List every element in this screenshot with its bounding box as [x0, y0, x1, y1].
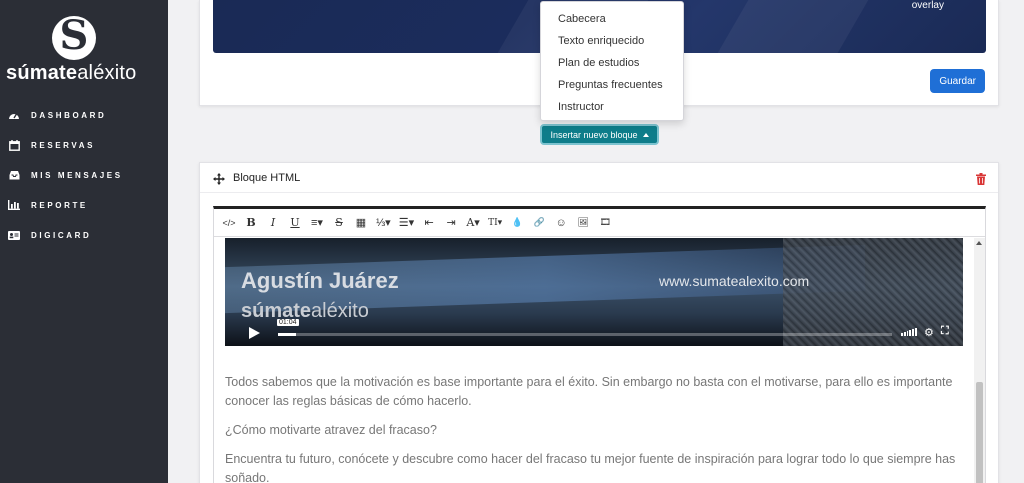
video-player[interactable]: Agustín Juárez www.sumatealexito.com súm…	[225, 238, 963, 346]
ordered-list-icon[interactable]: ⅓▾	[376, 213, 391, 233]
italic-icon[interactable]: I	[266, 213, 280, 233]
image-icon[interactable]: 🖼	[576, 213, 590, 233]
block-header: Bloque HTML	[200, 163, 998, 193]
video-progress-bar[interactable]	[278, 333, 892, 336]
sidebar-item-digicard[interactable]: DIGICARD	[0, 220, 168, 250]
align-icon[interactable]: ≡▾	[310, 213, 324, 233]
insert-block-button[interactable]: Insertar nuevo bloque	[540, 124, 659, 145]
volume-icon[interactable]	[901, 326, 917, 336]
video-icon[interactable]: 🎞	[598, 213, 612, 233]
menu-item-plan-de-estudios[interactable]: Plan de estudios	[541, 52, 683, 74]
brand-name-bold: súmate	[6, 62, 78, 84]
sidebar-item-reservas[interactable]: RESERVAS	[0, 130, 168, 160]
brand-name-light: aléxito	[77, 62, 137, 84]
id-card-icon	[7, 228, 21, 242]
settings-gear-icon[interactable]: ⚙	[924, 326, 934, 339]
move-icon[interactable]	[213, 172, 225, 185]
editor-scrollbar[interactable]	[974, 238, 985, 483]
logo-mark-icon: S	[52, 12, 96, 60]
sidebar-item-label: RESERVAS	[31, 140, 96, 150]
bold-icon[interactable]: B	[244, 213, 258, 233]
sidebar-item-dashboard[interactable]: DASHBOARD	[0, 100, 168, 130]
fullscreen-icon[interactable]: ⛶	[941, 325, 949, 338]
sidebar-item-mis-mensajes[interactable]: MIS MENSAJES	[0, 160, 168, 190]
sidebar-item-label: DASHBOARD	[31, 110, 107, 120]
highlight-icon[interactable]: 💧	[510, 213, 524, 233]
emoji-icon[interactable]: ☺	[554, 213, 568, 233]
paragraph: ¿Cómo motivarte atravez del fracaso?	[225, 423, 437, 437]
paragraph: Todos sabemos que la motivación es base …	[225, 375, 953, 408]
outdent-icon[interactable]: ⇤	[422, 213, 436, 233]
video-controls: 01:04 ⚙ ⛶	[225, 316, 963, 346]
paragraph: Encuentra tu futuro, conócete y descubre…	[225, 452, 956, 483]
video-caption-url: www.sumatealexito.com	[659, 273, 810, 289]
video-progress-fill	[278, 333, 297, 336]
menu-item-instructor[interactable]: Instructor	[541, 96, 683, 118]
sidebar-item-label: MIS MENSAJES	[31, 170, 123, 180]
chart-icon	[7, 198, 21, 212]
font-color-icon[interactable]: A▾	[466, 213, 480, 233]
sidebar-item-label: REPORTE	[31, 200, 88, 210]
video-time-tooltip: 01:04	[277, 319, 299, 326]
editor-toolbar: </> B I U ≡▾ S ▦ ⅓▾ ☰▾ ⇤ ⇥ A▾ TI▾ 💧 🔗 ☺ …	[214, 209, 985, 237]
banner-decoration	[717, 0, 869, 53]
sidebar-nav: DASHBOARD RESERVAS MIS MENSAJES REPORTE …	[0, 100, 168, 250]
scroll-thumb[interactable]	[976, 382, 983, 483]
calendar-icon	[7, 138, 21, 152]
menu-item-texto-enriquecido[interactable]: Texto enriquecido	[541, 30, 683, 52]
logo-letter: S	[59, 12, 89, 59]
scroll-up-icon[interactable]	[976, 241, 982, 245]
brand-logo[interactable]: S súmatealéxito	[0, 12, 168, 85]
table-icon[interactable]: ▦	[354, 213, 368, 233]
menu-item-cabecera[interactable]: Cabecera	[541, 8, 683, 30]
indent-icon[interactable]: ⇥	[444, 213, 458, 233]
strikethrough-icon[interactable]: S	[332, 213, 346, 233]
play-icon[interactable]	[249, 327, 260, 339]
video-caption-name: Agustín Juárez	[241, 268, 399, 293]
delete-block-icon[interactable]	[976, 172, 986, 185]
sidebar: S súmatealéxito DASHBOARD RESERVAS MIS M…	[0, 0, 168, 483]
menu-item-preguntas-frecuentes[interactable]: Preguntas frecuentes	[541, 74, 683, 96]
inbox-icon	[7, 168, 21, 182]
block-title: Bloque HTML	[233, 172, 301, 184]
editor-content[interactable]: Agustín Juárez www.sumatealexito.com súm…	[214, 238, 973, 483]
code-view-icon[interactable]: </>	[222, 213, 236, 233]
html-block-card: Bloque HTML </> B I U ≡▾ S ▦ ⅓▾ ☰▾ ⇤ ⇥ A…	[199, 162, 999, 483]
underline-icon[interactable]: U	[288, 213, 302, 233]
font-size-icon[interactable]: TI▾	[488, 213, 502, 233]
link-icon[interactable]: 🔗	[532, 213, 546, 233]
sidebar-item-reporte[interactable]: REPORTE	[0, 190, 168, 220]
banner-overlay-text: overlay	[911, 0, 944, 11]
rich-text-editor: </> B I U ≡▾ S ▦ ⅓▾ ☰▾ ⇤ ⇥ A▾ TI▾ 💧 🔗 ☺ …	[213, 206, 986, 483]
brand-name: súmatealéxito	[6, 62, 136, 85]
dashboard-icon	[7, 108, 21, 122]
sidebar-item-label: DIGICARD	[31, 230, 92, 240]
insert-block-menu: Cabecera Texto enriquecido Plan de estud…	[540, 1, 684, 121]
save-button[interactable]: Guardar	[930, 69, 985, 93]
insert-block-label: Insertar nuevo bloque	[550, 129, 638, 140]
unordered-list-icon[interactable]: ☰▾	[399, 213, 414, 233]
caret-up-icon	[642, 132, 649, 137]
